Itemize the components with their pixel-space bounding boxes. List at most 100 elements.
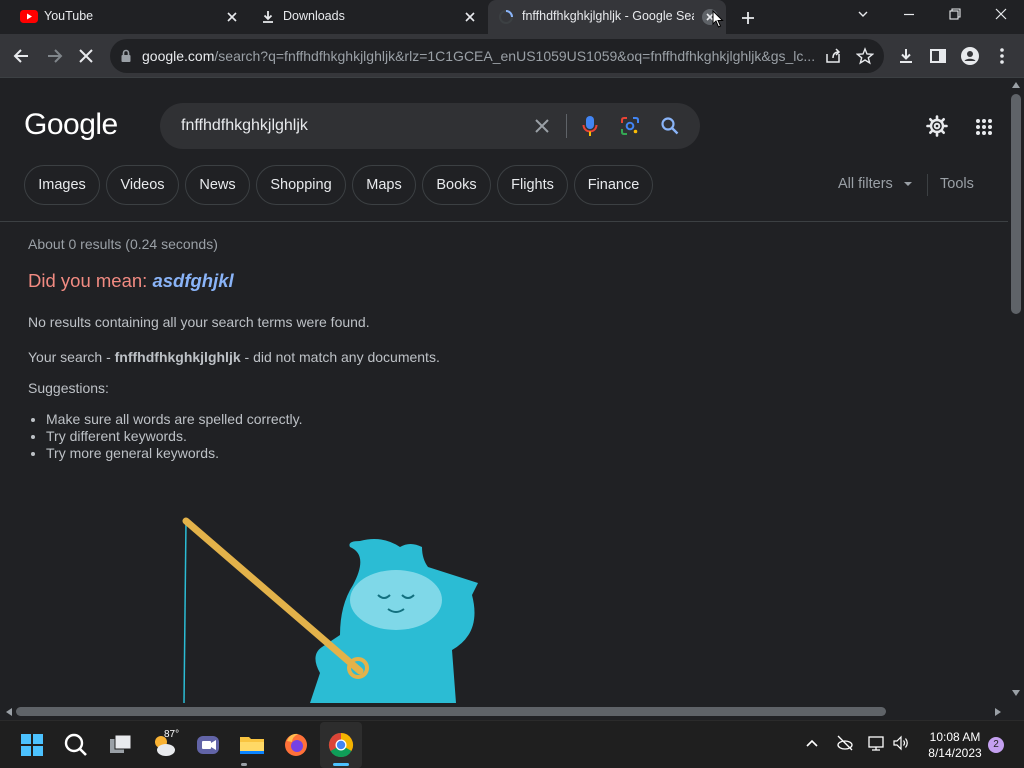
filter-chip-finance[interactable]: Finance (574, 165, 653, 205)
close-window-icon[interactable] (988, 4, 1014, 26)
download-icon (263, 11, 273, 23)
teams-chat-icon[interactable] (192, 729, 224, 761)
no-results-message: No results containing all your search te… (28, 314, 370, 330)
stop-loading-icon[interactable] (76, 46, 96, 66)
tools-button[interactable]: Tools (940, 176, 974, 192)
system-clock[interactable]: 10:08 AM 8/14/2023 (918, 729, 992, 761)
scroll-up-icon[interactable] (1012, 82, 1020, 88)
new-tab-icon[interactable] (739, 9, 757, 27)
spelling-suggestion-link[interactable]: asdfghjkl (152, 270, 233, 291)
search-input[interactable]: fnffhdfhkghkjlghljk (181, 117, 308, 135)
did-you-mean: Did you mean: asdfghjkl (28, 270, 234, 292)
header-divider (0, 221, 1008, 222)
forward-icon[interactable] (44, 46, 64, 66)
tab-google-search[interactable]: fnffhdfhkghkjlghljk - Google Search (488, 0, 726, 34)
loading-icon (499, 10, 513, 24)
horizontal-scrollbar[interactable] (0, 703, 1008, 720)
search-suffix: - did not match any documents. (240, 349, 440, 365)
filter-chip-images[interactable]: Images (24, 165, 100, 205)
scroll-thumb[interactable] (16, 707, 886, 716)
filter-chip-shopping[interactable]: Shopping (256, 165, 346, 205)
bookmark-star-icon[interactable] (856, 47, 874, 65)
search-box[interactable]: fnffhdfhkghkjlghljk (160, 103, 700, 149)
scroll-down-icon[interactable] (1012, 690, 1020, 696)
menu-icon[interactable] (992, 46, 1012, 66)
google-logo[interactable]: Google (24, 108, 118, 142)
tab-youtube[interactable]: YouTube (8, 0, 246, 34)
dropdown-arrow-icon (903, 182, 912, 187)
search-prefix: Your search - (28, 349, 115, 365)
clear-icon[interactable] (532, 116, 552, 136)
settings-gear-icon[interactable] (925, 114, 949, 138)
search-divider (566, 114, 567, 138)
lock-icon (121, 49, 131, 62)
windows-taskbar: 87° 10:08 AM 8/14/2023 2 (0, 720, 1024, 768)
download-icon[interactable] (896, 46, 916, 66)
list-item: Make sure all words are spelled correctl… (46, 411, 303, 428)
tab-title: fnffhdfhkghkjlghljk - Google Search (522, 9, 694, 23)
suggestions-list: Make sure all words are spelled correctl… (46, 411, 303, 462)
list-item: Try different keywords. (46, 428, 303, 445)
tab-search-icon[interactable] (850, 4, 876, 26)
side-panel-icon[interactable] (928, 46, 948, 66)
running-indicator (241, 763, 247, 766)
microphone-icon[interactable] (581, 114, 599, 138)
show-hidden-icons-chevron-icon[interactable] (805, 738, 819, 748)
vertical-scrollbar[interactable] (1008, 78, 1024, 703)
youtube-icon (20, 10, 38, 23)
apps-grid-icon[interactable] (975, 118, 993, 136)
task-view-icon[interactable] (104, 729, 136, 761)
back-icon[interactable] (12, 46, 32, 66)
mouse-cursor-icon (712, 10, 724, 28)
search-icon[interactable] (660, 116, 680, 136)
volume-icon[interactable] (892, 734, 910, 752)
all-filters-button[interactable]: All filters (838, 176, 913, 192)
filter-chip-maps[interactable]: Maps (352, 165, 416, 205)
minimize-icon[interactable] (896, 4, 922, 26)
did-you-mean-label: Did you mean: (28, 270, 148, 291)
share-icon[interactable] (824, 47, 842, 65)
lens-icon[interactable] (620, 116, 640, 136)
filter-chip-news[interactable]: News (185, 165, 250, 205)
suggestions-title: Suggestions: (28, 380, 109, 396)
firefox-icon[interactable] (280, 729, 312, 761)
scroll-right-icon[interactable] (995, 708, 1001, 716)
tab-title: YouTube (44, 9, 94, 23)
address-bar[interactable]: google.com/search?q=fnffhdfhkghkjlghljk&… (110, 39, 884, 73)
restore-icon[interactable] (942, 4, 968, 26)
fishing-monster-illustration (182, 517, 478, 703)
filters-divider (927, 174, 928, 196)
tab-strip: YouTube Downloads fnffhdfhkghkjlghljk - … (0, 0, 1024, 34)
weather-temp: 87° (164, 729, 180, 740)
search-icon[interactable] (60, 729, 92, 761)
tab-downloads[interactable]: Downloads (248, 0, 486, 34)
search-term: fnffhdfhkghkjlghljk (114, 349, 241, 365)
browser-toolbar: google.com/search?q=fnffhdfhkghkjlghljk&… (0, 34, 1024, 78)
url-text: google.com/search?q=fnffhdfhkghkjlghljk&… (142, 48, 822, 64)
url-host: google.com (142, 48, 215, 64)
profile-icon[interactable] (960, 46, 980, 66)
clock-time: 10:08 AM (929, 730, 981, 744)
weather-widget[interactable]: 87° (148, 729, 180, 761)
active-indicator (333, 763, 349, 766)
chrome-icon[interactable] (325, 729, 357, 761)
clock-date: 8/14/2023 (928, 746, 982, 760)
all-filters-label: All filters (838, 176, 893, 192)
filter-chip-books[interactable]: Books (422, 165, 491, 205)
tab-title: Downloads (283, 9, 345, 23)
close-tab-icon[interactable] (462, 9, 478, 25)
result-stats: About 0 results (0.24 seconds) (28, 236, 218, 252)
search-not-matched-message: Your search - fnffhdfhkghkjlghljk - did … (28, 349, 440, 365)
list-item: Try more general keywords. (46, 445, 303, 462)
notification-badge[interactable]: 2 (988, 737, 1004, 753)
filter-chip-videos[interactable]: Videos (106, 165, 179, 205)
url-path: /search?q=fnffhdfhkghkjlghljk&rlz=1C1GCE… (214, 48, 816, 64)
close-tab-icon[interactable] (224, 9, 240, 25)
filter-chip-flights[interactable]: Flights (497, 165, 568, 205)
onedrive-offline-icon[interactable] (836, 734, 854, 752)
network-icon[interactable] (866, 734, 886, 752)
file-explorer-icon[interactable] (236, 729, 268, 761)
scroll-thumb[interactable] (1011, 94, 1021, 314)
windows-start-icon[interactable] (16, 729, 48, 761)
scroll-left-icon[interactable] (6, 708, 12, 716)
